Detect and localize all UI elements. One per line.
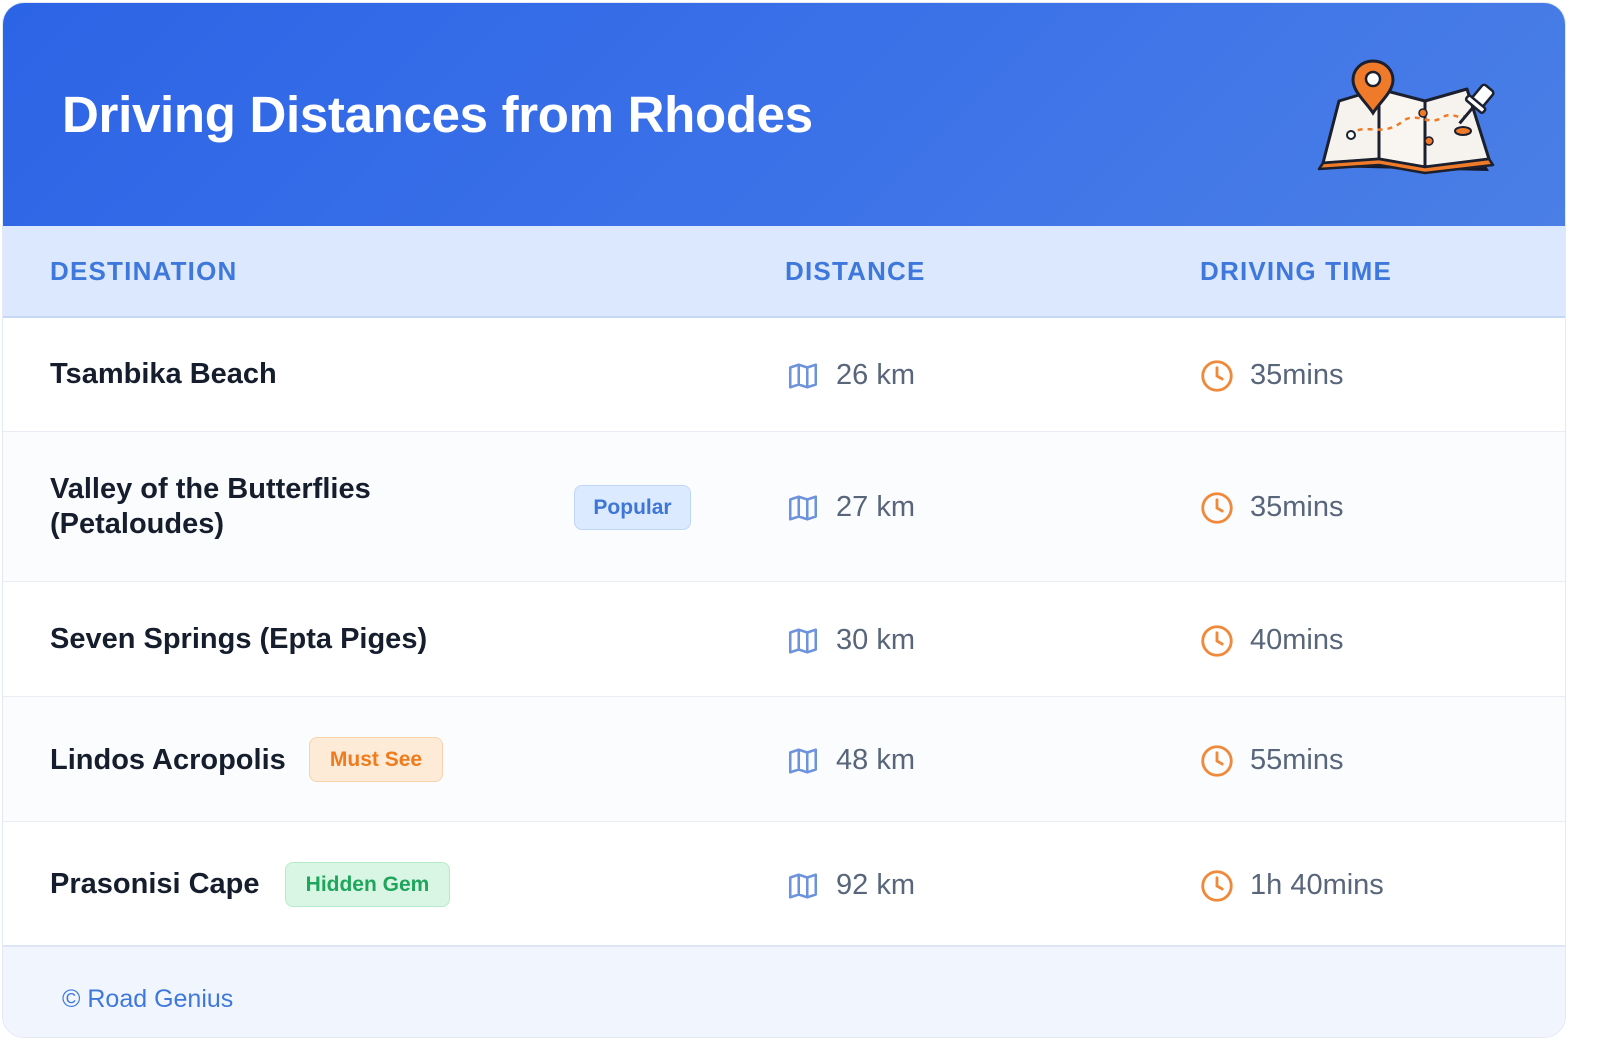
table-header-row: DESTINATION DISTANCE DRIVING TIME [3,226,1565,318]
destination-name: Lindos Acropolis [50,744,286,776]
table-row: Prasonisi Cape Hidden Gem 92 km 1h 40min… [3,822,1565,945]
driving-time-value: 1h 40mins [1250,869,1384,901]
map-icon [788,748,818,774]
destination-name: Seven Springs (Epta Piges) [50,623,428,655]
map-with-pins-illustration [1317,59,1495,175]
driving-time-value: 35mins [1250,491,1344,523]
hidden-gem-badge: Hidden Gem [285,862,450,907]
distance-value: 92 km [836,869,915,901]
clock-icon [1201,360,1233,392]
driving-time-value: 40mins [1250,624,1344,656]
distance-value: 48 km [836,744,915,776]
table-row: Valley of the Butterflies (Petaloudes) P… [3,432,1565,582]
driving-time-value: 35mins [1250,359,1344,391]
map-icon [788,873,818,899]
distance-value: 30 km [836,624,915,656]
column-header-distance: DISTANCE [785,256,926,286]
table-row: Tsambika Beach 26 km 35mins [3,318,1565,432]
distance-value: 26 km [836,359,915,391]
clock-icon [1201,870,1233,902]
footer: © Road Genius [3,945,1565,1037]
destination-name-line2: (Petaloudes) [50,508,225,540]
popular-badge: Popular [574,485,691,530]
column-header-driving-time: DRIVING TIME [1200,256,1393,286]
destination-name: Prasonisi Cape [50,868,260,900]
header-banner: Driving Distances from Rhodes [3,3,1565,226]
map-icon [788,495,818,521]
table-row: Lindos Acropolis Must See 48 km 55mins [3,697,1565,822]
must-see-badge: Must See [309,737,443,782]
footer-credit: © Road Genius [62,985,234,1013]
destination-name-line1: Valley of the Butterflies [50,473,371,505]
destination-name: Tsambika Beach [50,358,277,390]
page-title: Driving Distances from Rhodes [62,86,813,143]
table-row: Seven Springs (Epta Piges) 30 km 40mins [3,582,1565,697]
map-icon [788,363,818,389]
destination-name: Valley of the Butterflies (Petaloudes) [50,472,371,542]
map-icon [788,628,818,654]
clock-icon [1201,745,1233,777]
column-header-destination: DESTINATION [50,256,238,286]
distance-value: 27 km [836,491,915,523]
driving-time-value: 55mins [1250,744,1344,776]
clock-icon [1201,492,1233,524]
clock-icon [1201,625,1233,657]
driving-distances-card: Driving Distances from Rhodes DESTINATIO… [2,2,1566,1038]
